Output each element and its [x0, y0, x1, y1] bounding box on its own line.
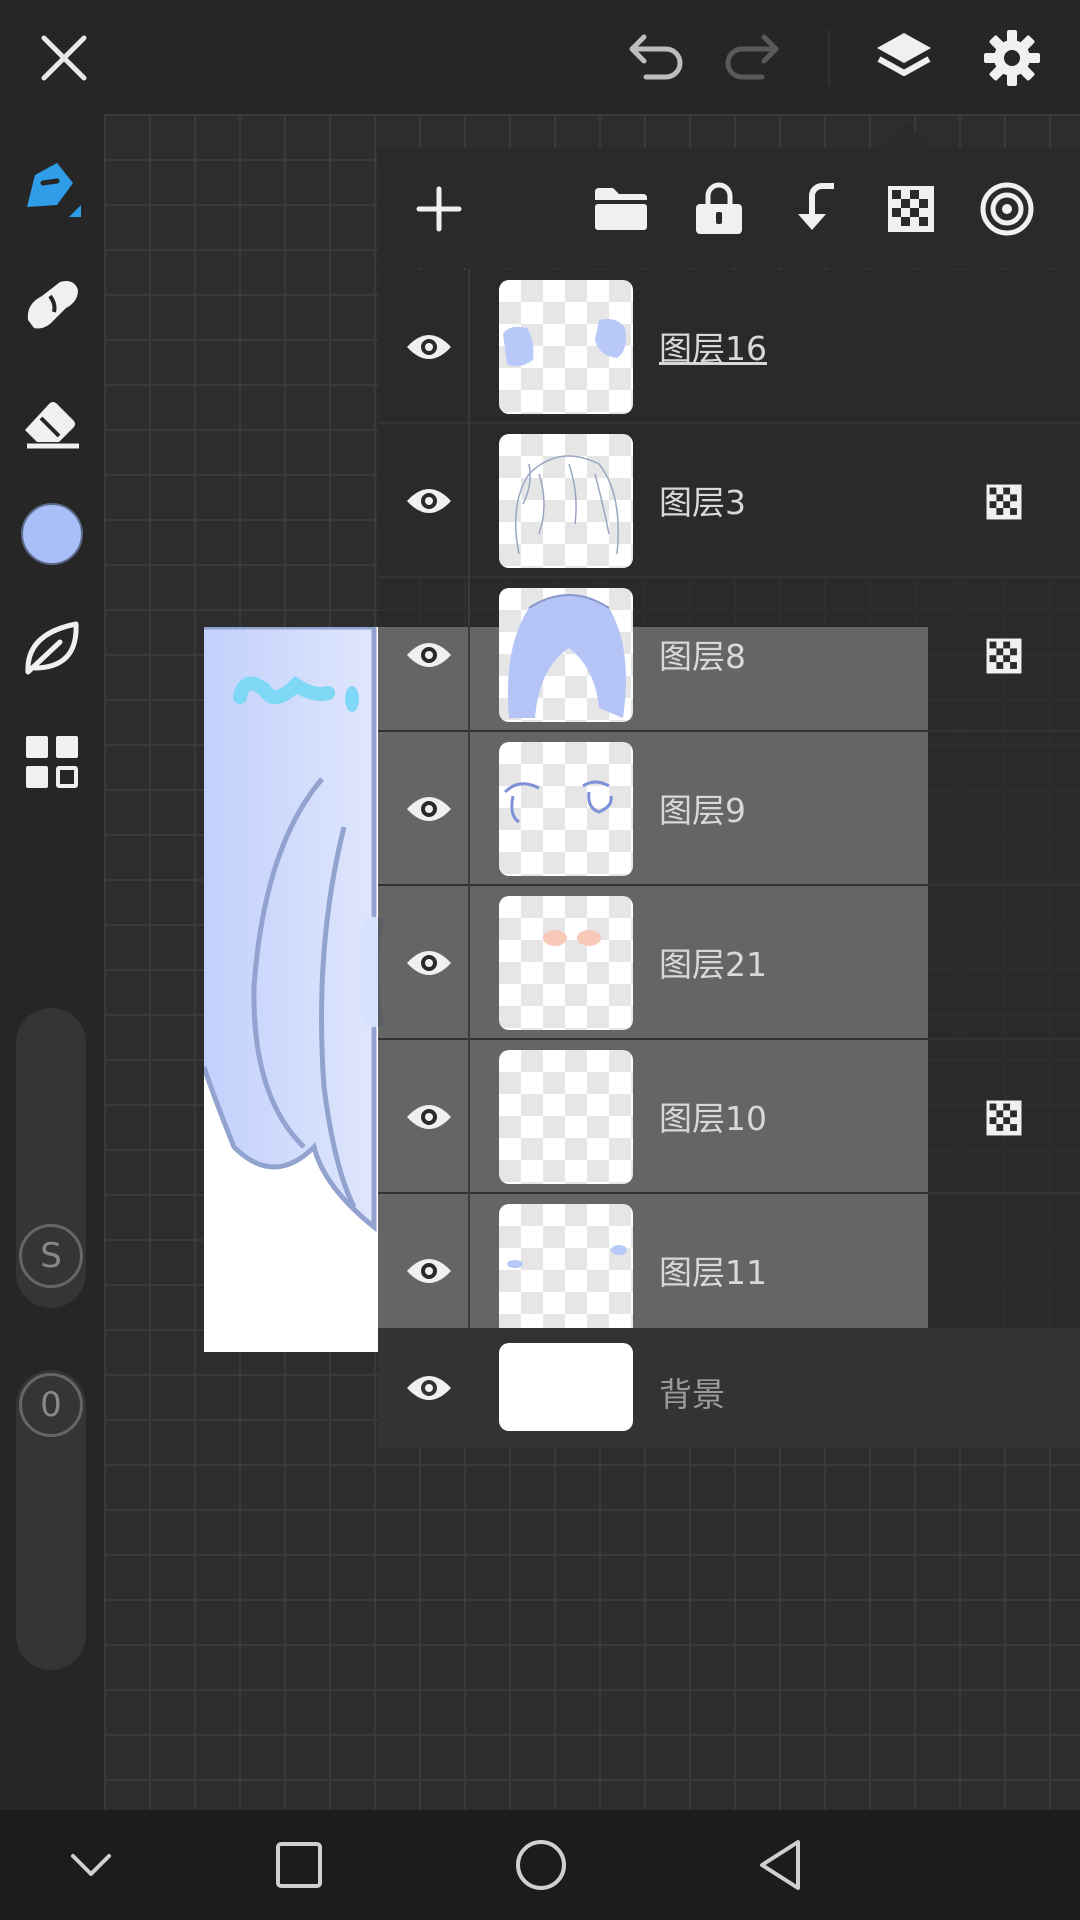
eye-icon[interactable] [394, 1353, 464, 1423]
recents-icon[interactable] [264, 1830, 334, 1900]
layer-row[interactable]: 图层11 [378, 1194, 1080, 1328]
alpha-lock-badge-icon [985, 1099, 1023, 1137]
color-swatch[interactable] [14, 496, 90, 572]
eye-icon[interactable] [394, 466, 464, 536]
layer-name: 图层16 [659, 329, 767, 368]
layers-panel: 图层16 图层3 图层8 图层9 图层21 图层10 图层11 背景 [378, 148, 1080, 1448]
size-slider-knob[interactable]: S [19, 1224, 83, 1288]
layer-thumbnail [499, 280, 633, 414]
system-nav-bar [0, 1810, 1080, 1920]
eye-icon[interactable] [394, 312, 464, 382]
lock-icon[interactable] [684, 174, 754, 244]
layer-thumbnail [499, 1343, 633, 1431]
blend-icon[interactable] [972, 174, 1042, 244]
layer-thumbnail [499, 742, 633, 876]
grid-icon[interactable] [14, 724, 90, 800]
layer-name: 图层10 [659, 1099, 767, 1138]
eye-icon[interactable] [394, 928, 464, 998]
layer-thumbnail [499, 1204, 633, 1328]
layer-row[interactable]: 图层10 [378, 1040, 1080, 1194]
layer-name: 图层11 [659, 1253, 767, 1292]
top-bar [0, 0, 1080, 114]
size-slider-label: S [40, 1236, 62, 1276]
row-divider [468, 732, 470, 886]
redo-icon[interactable] [716, 22, 788, 94]
home-icon[interactable] [506, 1830, 576, 1900]
row-divider [468, 1194, 470, 1328]
collapse-icon[interactable] [56, 1830, 126, 1900]
add-layer-icon[interactable] [404, 174, 474, 244]
size-slider[interactable]: S [16, 1008, 86, 1308]
layer-name: 图层8 [659, 637, 746, 676]
eye-icon[interactable] [394, 1082, 464, 1152]
opacity-slider-knob[interactable]: 0 [19, 1373, 83, 1437]
opacity-slider-label: 0 [40, 1385, 62, 1425]
layers-icon[interactable] [866, 20, 942, 96]
merge-down-icon[interactable] [780, 174, 850, 244]
leaf-icon[interactable] [14, 610, 90, 686]
alpha-lock-badge-icon [985, 637, 1023, 675]
opacity-slider[interactable]: 0 [16, 1370, 86, 1670]
toolbar-divider [828, 30, 830, 86]
layer-row[interactable]: 图层21 [378, 886, 1080, 1040]
row-divider [468, 1040, 470, 1194]
row-divider [468, 270, 470, 424]
layer-thumbnail [499, 1050, 633, 1184]
eye-icon[interactable] [394, 1236, 464, 1306]
layer-row[interactable]: 图层9 [378, 732, 1080, 886]
layer-name: 图层3 [659, 483, 746, 522]
alpha-lock-icon[interactable] [876, 174, 946, 244]
settings-icon[interactable] [974, 20, 1050, 96]
layer-row[interactable]: 图层16 [378, 270, 1080, 424]
layer-name: 背景 [659, 1375, 725, 1414]
back-icon[interactable] [746, 1830, 816, 1900]
layer-row[interactable]: 图层3 [378, 424, 1080, 578]
layer-row[interactable]: 图层8 [378, 578, 1080, 732]
left-toolbar: S 0 [0, 114, 104, 1810]
panel-pointer [880, 122, 932, 148]
layer-name: 图层9 [659, 791, 746, 830]
eye-icon[interactable] [394, 774, 464, 844]
folder-icon[interactable] [586, 174, 656, 244]
row-divider [468, 424, 470, 578]
row-divider [468, 578, 470, 732]
undo-icon[interactable] [620, 22, 692, 94]
layers-toolbar [378, 148, 1080, 268]
smudge-icon[interactable] [14, 268, 90, 344]
layer-thumbnail [499, 434, 633, 568]
background-layer-row[interactable]: 背景 [378, 1328, 1080, 1448]
row-divider [468, 886, 470, 1040]
layer-name: 图层21 [659, 945, 767, 984]
layer-thumbnail [499, 588, 633, 722]
layer-thumbnail [499, 896, 633, 1030]
pen-icon[interactable] [14, 152, 90, 228]
alpha-lock-badge-icon [985, 483, 1023, 521]
eraser-icon[interactable] [14, 384, 90, 460]
eye-icon[interactable] [394, 620, 464, 690]
close-icon[interactable] [28, 22, 100, 94]
